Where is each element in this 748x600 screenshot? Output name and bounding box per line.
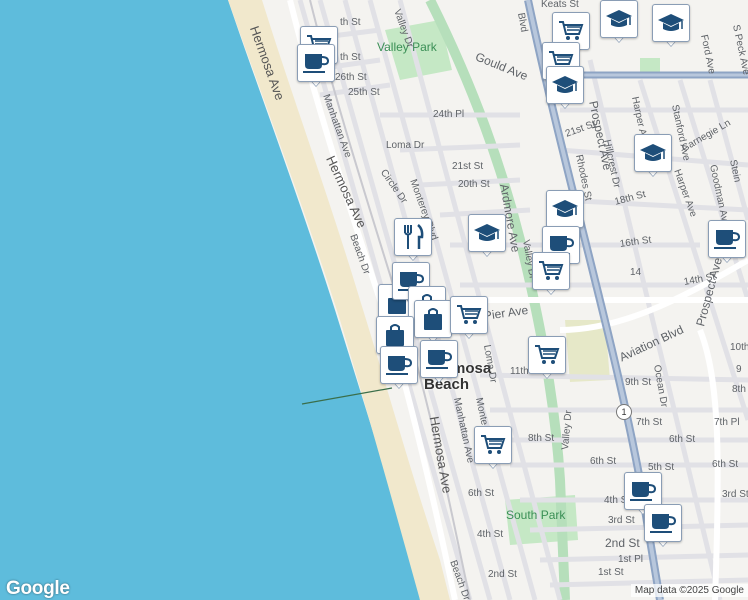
- poi-marker[interactable]: [634, 134, 672, 178]
- coffee-cup-icon: [644, 504, 682, 542]
- street-label: 21st St: [452, 161, 484, 172]
- graduation-cap-icon: [634, 134, 672, 172]
- coffee-cup-icon: [708, 220, 746, 258]
- street-label: 2nd St: [488, 569, 517, 580]
- poi-marker[interactable]: [474, 426, 512, 470]
- shopping-bag-icon: [414, 300, 452, 338]
- poi-marker[interactable]: [297, 44, 335, 88]
- map-attribution[interactable]: Map data ©2025 Google: [630, 584, 748, 597]
- graduation-cap-icon: [468, 214, 506, 252]
- map-canvas[interactable]: 1 Valley Park South Park Hermosa Beach H…: [0, 0, 748, 600]
- coffee-cup-icon: [297, 44, 335, 82]
- google-logo: Google: [6, 578, 70, 599]
- coffee-cup-icon: [380, 346, 418, 384]
- street-label: 25th St: [348, 87, 380, 98]
- street-label: 6th St: [712, 459, 739, 470]
- coffee-cup-icon: [420, 340, 458, 378]
- street-label: 8th St: [528, 433, 555, 444]
- shopping-cart-icon: [474, 426, 512, 464]
- poi-marker[interactable]: [420, 340, 458, 384]
- poi-marker[interactable]: [414, 300, 452, 344]
- street-label: 7th Pl: [714, 417, 740, 428]
- poi-marker[interactable]: [644, 504, 682, 548]
- street-label: 1st St: [598, 567, 624, 578]
- poi-marker[interactable]: [546, 66, 584, 110]
- street-label: 26th St: [335, 72, 367, 83]
- shopping-cart-icon: [528, 336, 566, 374]
- poi-marker[interactable]: [468, 214, 506, 258]
- poi-marker[interactable]: [708, 220, 746, 264]
- street-label: Blvd: [515, 11, 530, 34]
- graduation-cap-icon: [652, 4, 690, 42]
- street-label: 9th St: [625, 377, 652, 388]
- street-label: 2nd St: [605, 536, 640, 550]
- street-label: 3rd St: [722, 489, 748, 500]
- street-label: th St: [340, 17, 361, 28]
- shopping-cart-icon: [450, 296, 488, 334]
- poi-marker[interactable]: [380, 346, 418, 390]
- poi-marker[interactable]: [652, 4, 690, 48]
- restaurant-icon: [394, 218, 432, 256]
- south-park-label[interactable]: South Park: [506, 509, 565, 521]
- poi-marker[interactable]: [394, 218, 432, 262]
- street-label: Keats St: [541, 0, 579, 10]
- street-label: th St: [340, 52, 361, 63]
- street-label: Loma Dr: [386, 140, 425, 151]
- street-label: 14: [630, 267, 642, 278]
- poi-marker[interactable]: [600, 0, 638, 44]
- street-label: 1st Pl: [618, 554, 644, 565]
- street-label: 6th St: [468, 488, 495, 499]
- graduation-cap-icon: [546, 190, 584, 228]
- poi-marker[interactable]: [532, 252, 570, 296]
- poi-marker[interactable]: [450, 296, 488, 340]
- street-label: 9: [736, 364, 742, 375]
- shopping-cart-icon: [532, 252, 570, 290]
- street-label: 3rd St: [608, 515, 635, 526]
- street-label: 20th St: [458, 179, 490, 190]
- street-label: 6th St: [669, 434, 696, 445]
- street-label: 24th Pl: [433, 109, 465, 120]
- graduation-cap-icon: [546, 66, 584, 104]
- highway-1-shield: 1: [616, 404, 632, 420]
- street-label: 7th St: [636, 417, 663, 428]
- poi-marker[interactable]: [528, 336, 566, 380]
- street-label: 6th St: [590, 456, 617, 467]
- street-label: 10th: [730, 342, 748, 353]
- graduation-cap-icon: [600, 0, 638, 38]
- street-label: 8th: [732, 384, 746, 395]
- street-label: 4th St: [477, 529, 504, 540]
